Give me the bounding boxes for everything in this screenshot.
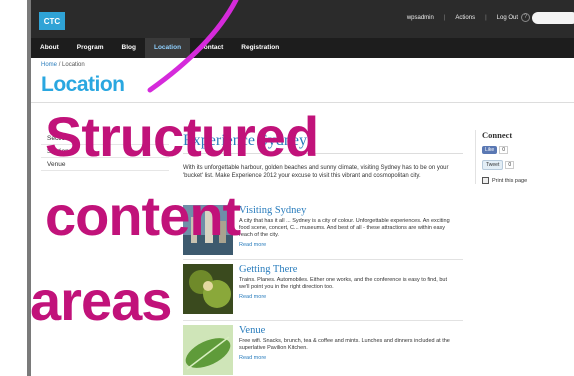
breadcrumb-home[interactable]: Home [41, 62, 57, 68]
print-link[interactable]: Print this page [482, 177, 574, 184]
nav-contact[interactable]: Contact [190, 38, 232, 58]
connect-heading: Connect [482, 130, 513, 140]
admin-separator: | [485, 15, 487, 21]
like-widget: Like 0 [482, 146, 574, 154]
read-more-link[interactable]: Read more [239, 355, 459, 361]
left-gutter [0, 0, 27, 376]
breadcrumb: Home / Location [41, 62, 85, 68]
card-text: Trains. Planes. Automobiles. Either one … [239, 277, 447, 290]
card-title[interactable]: Getting There [239, 264, 459, 275]
title-divider [31, 102, 574, 103]
nav-location[interactable]: Location [144, 38, 191, 58]
facebook-like-button[interactable]: Like [482, 146, 498, 154]
printer-icon [482, 177, 489, 184]
main-nav: About Program Blog Location Contact Regi… [31, 38, 574, 58]
nav-about[interactable]: About [31, 38, 68, 58]
admin-separator: | [443, 15, 446, 21]
nav-registration[interactable]: Registration [232, 38, 288, 58]
breadcrumb-current: Location [62, 62, 85, 68]
card-text: A city that has it all ... Sydney is a c… [239, 218, 450, 238]
read-more-link[interactable]: Read more [239, 242, 459, 248]
card-title[interactable]: Venue [239, 325, 459, 336]
card-title[interactable]: Visiting Sydney [239, 205, 459, 216]
admin-links: wpsadmin | Actions | Log Out [407, 15, 518, 21]
admin-user-link[interactable]: wpsadmin [407, 15, 434, 21]
help-icon[interactable]: ? [521, 13, 530, 22]
connect-panel: Connect Like 0 Tweet 0 Print this page [475, 130, 574, 184]
tweet-widget: Tweet 0 [482, 160, 574, 170]
getting-there-thumbnail[interactable] [183, 264, 233, 314]
nav-program[interactable]: Program [68, 38, 113, 58]
tweet-button[interactable]: Tweet [482, 160, 504, 170]
content-card-getting-there: Getting There Trains. Planes. Automobile… [183, 264, 463, 320]
breadcrumb-sep: / [58, 62, 61, 68]
print-label: Print this page [492, 177, 528, 184]
card-text: Free wifi. Snacks, brunch, tea & coffee … [239, 338, 450, 351]
admin-actions-link[interactable]: Actions [455, 15, 475, 21]
admin-topbar: CTC wpsadmin | Actions | Log Out ? [31, 0, 574, 38]
content-card-venue: Venue Free wifi. Snacks, brunch, tea & c… [183, 325, 463, 376]
annotation-word-content: content [45, 184, 241, 247]
card-divider [183, 320, 463, 321]
admin-logout-link[interactable]: Log Out [497, 15, 518, 21]
annotation-word-structured: Structured [45, 105, 319, 168]
annotation-word-areas: areas [30, 269, 172, 332]
site-logo[interactable]: CTC [39, 12, 65, 30]
search-input[interactable] [532, 12, 574, 24]
like-count: 0 [499, 146, 508, 154]
read-more-link[interactable]: Read more [239, 294, 459, 300]
venue-thumbnail[interactable] [183, 325, 233, 375]
card-divider [183, 259, 463, 260]
nav-blog[interactable]: Blog [113, 38, 145, 58]
tweet-count: 0 [505, 161, 515, 169]
page-title: Location [41, 73, 125, 96]
